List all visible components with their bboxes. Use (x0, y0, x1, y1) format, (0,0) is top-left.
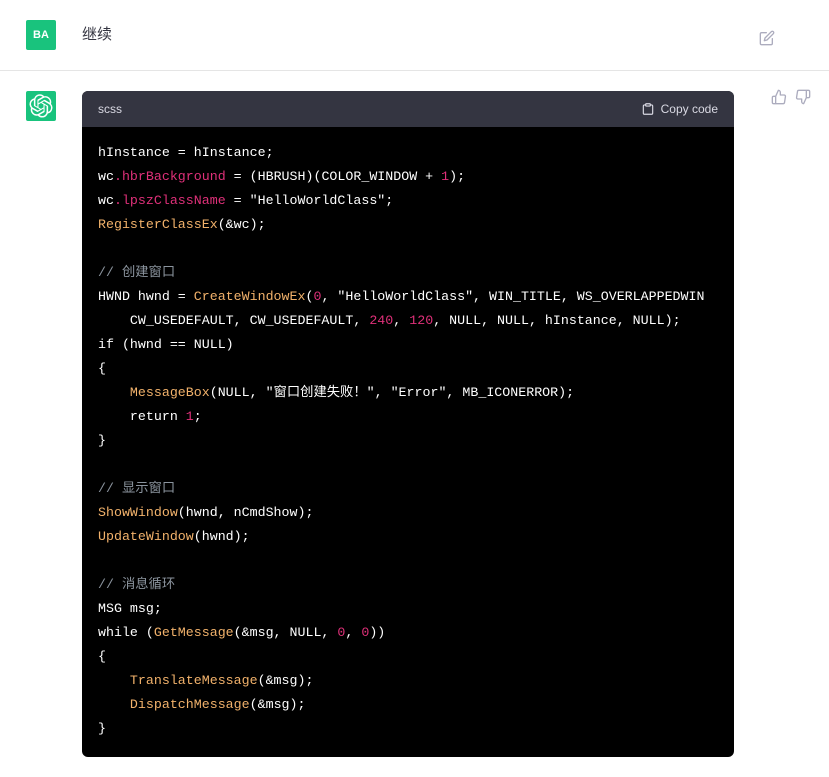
copy-code-label: Copy code (661, 102, 718, 116)
thumbs-down-icon[interactable] (795, 89, 811, 105)
copy-code-button[interactable]: Copy code (641, 102, 718, 116)
assistant-message-body: scss Copy code hInstance = hInstance; wc… (82, 91, 803, 757)
thumbs-up-icon[interactable] (771, 89, 787, 105)
code-content: hInstance = hInstance; wc.hbrBackground … (82, 127, 734, 757)
user-message-body: 继续 (82, 20, 803, 50)
assistant-message-row: scss Copy code hInstance = hInstance; wc… (0, 71, 829, 777)
user-message-row: BA 继续 (0, 0, 829, 71)
edit-icon[interactable] (759, 30, 775, 46)
feedback-buttons (771, 89, 811, 105)
code-block: scss Copy code hInstance = hInstance; wc… (82, 91, 734, 757)
code-language-label: scss (98, 102, 122, 116)
assistant-avatar (26, 91, 56, 121)
code-block-header: scss Copy code (82, 91, 734, 127)
clipboard-icon (641, 102, 655, 116)
user-avatar: BA (26, 20, 56, 50)
user-message-text: 继续 (82, 20, 803, 50)
